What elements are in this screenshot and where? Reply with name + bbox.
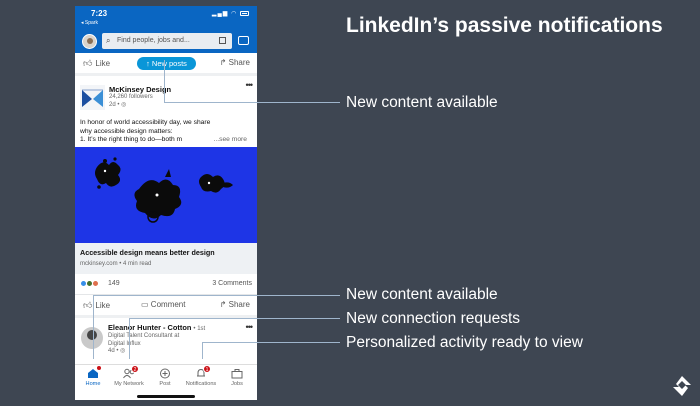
post-image[interactable]: [75, 147, 257, 243]
comment-button[interactable]: ▭ Comment: [141, 300, 185, 309]
callout-label-activity: Personalized activity ready to view: [346, 334, 583, 351]
phone-screenshot: 7:23 ◂ Spark ▂▄▆ ◠ ⌕ Find people, jobs a…: [75, 6, 257, 400]
callout-line-4a: [202, 342, 340, 343]
search-icon: ⌕: [106, 36, 111, 45]
wifi-icon: ◠: [231, 11, 238, 17]
post2-headline: Digital Talent Consultant at Digital Inf…: [108, 333, 180, 354]
brand-logo-icon: [672, 375, 692, 397]
bell-icon: 1: [195, 365, 211, 379]
more-options-icon[interactable]: •••: [246, 322, 254, 332]
post-author[interactable]: McKinsey Design: [109, 85, 171, 94]
system-icons: ▂▄▆ ◠: [212, 10, 249, 17]
tab-home[interactable]: Home: [75, 365, 111, 387]
callout-label-new-content-top: New content available: [346, 94, 498, 111]
post-card-mckinsey: McKinsey Design 24,260 followers 2d • ◎ …: [75, 76, 257, 147]
reactions-row: 149 3 Comments: [75, 274, 257, 295]
qr-code-icon[interactable]: [219, 37, 226, 44]
tab-jobs[interactable]: Jobs: [219, 368, 255, 387]
new-posts-pill[interactable]: ↑ New posts: [137, 57, 196, 70]
callout-line-4b: [202, 342, 203, 359]
new-posts-label: New posts: [151, 59, 187, 68]
search-input[interactable]: ⌕ Find people, jobs and...: [102, 33, 232, 49]
link-source: mckinsey.com • 4 min read: [80, 261, 152, 267]
comments-count[interactable]: 3 Comments: [212, 280, 252, 287]
like-button-top[interactable]: 👍︎ Like: [83, 58, 110, 69]
callout-line-3b: [129, 318, 130, 359]
bottom-tab-bar: Home 2 My Network Post 1 Notifications J…: [75, 364, 257, 400]
callout-line-2a: [93, 295, 340, 296]
network-icon: 2: [123, 365, 139, 379]
comment-icon: ▭: [141, 300, 149, 309]
reaction-icons[interactable]: [80, 280, 99, 289]
back-to-app-link[interactable]: ◂ Spark: [81, 20, 98, 26]
share-icon: ↱: [219, 300, 227, 309]
share-button-top[interactable]: ↱ Share: [220, 58, 250, 67]
post-action-row: 👍︎ Like ▭ Comment ↱ Share: [75, 295, 257, 315]
post-text: In honor of world accessibility day, we …: [80, 119, 247, 145]
post-followers: 24,260 followers: [109, 94, 153, 100]
post2-author[interactable]: Eleanor Hunter - Cotton: [108, 323, 191, 332]
search-placeholder: Find people, jobs and...: [117, 37, 190, 44]
callout-label-new-content-bottom: New content available: [346, 286, 498, 303]
link-title: Accessible design means better design: [80, 248, 215, 257]
network-badge: 2: [131, 365, 139, 373]
slide-headline: LinkedIn’s passive notifications: [346, 14, 663, 37]
share-button[interactable]: ↱ Share: [220, 300, 250, 309]
callout-label-connection-requests: New connection requests: [346, 310, 521, 327]
battery-icon: [240, 10, 249, 16]
briefcase-icon: [231, 368, 243, 379]
callout-line-1b: [164, 102, 340, 103]
notifications-badge: 1: [203, 365, 211, 373]
tab-notifications[interactable]: 1 Notifications: [183, 365, 219, 387]
mckinsey-logo[interactable]: [80, 85, 105, 110]
more-options-icon[interactable]: •••: [246, 80, 254, 90]
like-button[interactable]: 👍︎ Like: [83, 300, 110, 311]
author-avatar[interactable]: [81, 327, 103, 349]
like-icon: 👍︎: [83, 300, 93, 310]
home-icon: [87, 365, 102, 379]
arrow-up-icon: ↑: [146, 59, 150, 68]
post-age: 2d • ◎: [109, 102, 127, 108]
home-indicator: [137, 395, 195, 398]
status-bar: 7:23 ◂ Spark ▂▄▆ ◠: [75, 6, 257, 29]
tab-my-network[interactable]: 2 My Network: [111, 365, 147, 387]
share-icon: ↱: [219, 58, 227, 67]
link-preview[interactable]: Accessible design means better design mc…: [75, 243, 257, 274]
my-avatar[interactable]: [82, 34, 97, 49]
callout-line-1a: [164, 60, 165, 103]
love-reaction-icon: [92, 280, 99, 287]
status-time: 7:23: [91, 9, 108, 18]
top-action-row: 👍︎ Like ↑ New posts ↱ Share: [75, 53, 257, 73]
reactions-count[interactable]: 149: [108, 280, 120, 287]
callout-line-2b: [93, 295, 94, 359]
messaging-icon[interactable]: [238, 36, 249, 45]
post-card-eleanor: Eleanor Hunter - Cotton • 1st Digital Ta…: [75, 318, 257, 364]
tab-post[interactable]: Post: [147, 368, 183, 387]
search-bar: ⌕ Find people, jobs and...: [75, 29, 257, 53]
signal-icon: ▂▄▆: [211, 11, 229, 17]
globe-icon: ◎: [120, 348, 126, 354]
like-icon: 👍︎: [83, 58, 93, 68]
connection-degree: • 1st: [193, 326, 206, 332]
post2-author-line: Eleanor Hunter - Cotton • 1st: [108, 323, 205, 332]
home-dot-badge: [96, 365, 102, 371]
globe-icon: ◎: [121, 102, 127, 108]
see-more-link[interactable]: ...see more: [214, 136, 247, 145]
callout-line-3a: [129, 318, 340, 319]
post-icon: [159, 368, 171, 379]
